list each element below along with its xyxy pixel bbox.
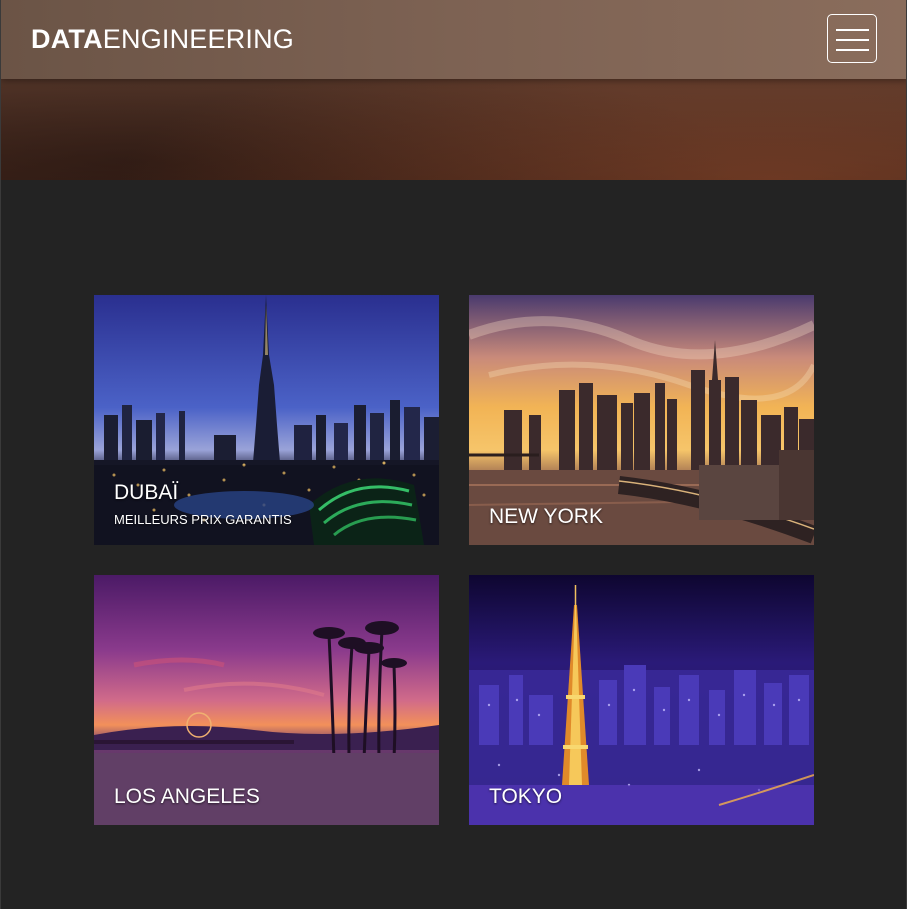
page: DATAENGINEERING DUBAÏ MEILLEURS PRIX GAR… — [0, 0, 907, 909]
hamburger-menu-icon-bar — [836, 39, 869, 41]
destination-subtitle: MEILLEURS PRIX GARANTIS — [114, 512, 292, 527]
brand-light-text: ENGINEERING — [102, 24, 295, 54]
dubai-skyline-image — [94, 295, 439, 545]
destination-title: TOKYO — [489, 785, 563, 808]
destination-card-dubai[interactable]: DUBAÏ MEILLEURS PRIX GARANTIS — [94, 295, 439, 545]
destination-card-los-angeles[interactable]: LOS ANGELES — [94, 575, 439, 825]
hamburger-menu-icon — [836, 29, 869, 31]
destination-card-tokyo[interactable]: TOKYO — [469, 575, 814, 825]
destination-card-new-york[interactable]: NEW YORK — [469, 295, 814, 545]
destination-title: NEW YORK — [489, 505, 603, 528]
destination-title: LOS ANGELES — [114, 785, 260, 808]
brand-logo[interactable]: DATAENGINEERING — [31, 23, 294, 55]
destination-title: DUBAÏ — [114, 481, 179, 504]
hamburger-menu-icon-bar — [836, 49, 869, 51]
brand-bold-text: DATA — [31, 24, 103, 54]
hamburger-menu-button[interactable] — [827, 14, 877, 63]
navbar: DATAENGINEERING — [1, 0, 906, 79]
